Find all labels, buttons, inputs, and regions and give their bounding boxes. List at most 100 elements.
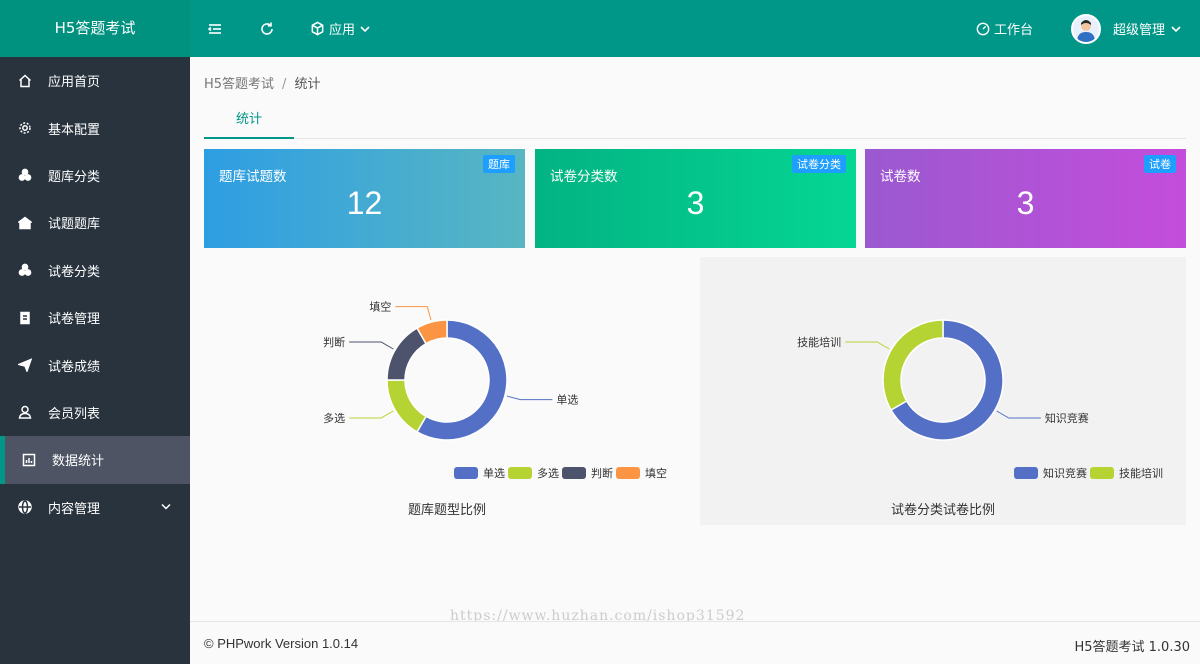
main-content: H5答题考试 / 统计 统计 题库试题数 题库 12 试卷分类数 试卷分类 3 试卷… bbox=[190, 57, 1200, 621]
user-name: 超级管理 bbox=[1113, 23, 1166, 38]
breadcrumb-root[interactable]: H5答题考试 bbox=[204, 77, 274, 92]
collapse-menu-icon[interactable] bbox=[207, 0, 223, 57]
sidebar-item-config[interactable]: 基本配置 bbox=[0, 104, 190, 151]
stat-card-label: 题库试题数 bbox=[219, 169, 287, 185]
sidebar-item-label: 试卷分类 bbox=[48, 264, 101, 280]
stat-card-label: 试卷分类数 bbox=[550, 169, 618, 185]
pie-label: 填空 bbox=[369, 300, 391, 314]
breadcrumb-current: 统计 bbox=[294, 77, 321, 92]
stat-card-badge: 题库 bbox=[483, 155, 515, 173]
cube-icon bbox=[311, 21, 324, 36]
paper-category-chart-panel: 知识竞赛 技能培训 知识竞赛 技能培训 试卷分类试卷比例 bbox=[700, 257, 1186, 525]
sidebar-item-label: 试题题库 bbox=[48, 217, 101, 233]
user-icon bbox=[18, 405, 32, 420]
pie-slice[interactable] bbox=[386, 379, 428, 433]
sidebar-item-content[interactable]: 内容管理 bbox=[0, 484, 190, 531]
app-menu-label: 应用 bbox=[329, 23, 356, 38]
stat-card-value: 3 bbox=[686, 185, 705, 221]
stat-card-papers: 试卷数 试卷 3 bbox=[865, 149, 1186, 248]
sidebar-item-home[interactable]: 应用首页 bbox=[0, 57, 190, 104]
breadcrumb: H5答题考试 / 统计 bbox=[204, 73, 320, 92]
stat-card-badge: 试卷 bbox=[1144, 155, 1176, 173]
sidebar: 应用首页 基本配置 题库分类 试题题库 试卷分类 试卷管理 试卷成绩 会员列表 … bbox=[0, 57, 190, 664]
paper-category-donut-chart: 知识竞赛技能培训知识竞赛 技能培训试卷分类试卷比例 bbox=[797, 319, 1163, 518]
legend-swatch[interactable] bbox=[562, 467, 586, 479]
chevron-down-icon bbox=[360, 25, 370, 32]
legend-label[interactable]: 判断 bbox=[591, 466, 613, 480]
pie-label-line bbox=[506, 395, 553, 401]
user-menu[interactable]: 超级管理 bbox=[1071, 0, 1182, 57]
sidebar-item-paper-score[interactable]: 试卷成绩 bbox=[0, 341, 190, 388]
workbench-link[interactable]: 工作台 bbox=[976, 0, 1033, 57]
pie-label: 多选 bbox=[323, 411, 345, 425]
sidebar-item-question-bank[interactable]: 试题题库 bbox=[0, 199, 190, 246]
top-header: H5答题考试 应用 工作台 超级管理 bbox=[0, 0, 1200, 57]
stat-card-badge: 试卷分类 bbox=[792, 155, 846, 173]
workbench-label: 工作台 bbox=[994, 23, 1034, 38]
dashboard-icon bbox=[976, 22, 990, 35]
globe-icon bbox=[18, 500, 32, 514]
footer-version: © PHPwork Version 1.0.14 bbox=[204, 636, 359, 651]
pie-label: 单选 bbox=[556, 394, 578, 407]
app-menu-dropdown[interactable]: 应用 bbox=[310, 0, 371, 57]
stat-card-value: 3 bbox=[1016, 185, 1035, 221]
sidebar-item-label: 数据统计 bbox=[52, 454, 105, 470]
stat-card-value: 12 bbox=[346, 185, 383, 221]
chart-title: 题库题型比例 bbox=[408, 502, 486, 518]
bank-icon bbox=[18, 216, 32, 230]
chevron-down-icon bbox=[1171, 25, 1181, 32]
gear-icon bbox=[18, 121, 32, 135]
question-type-donut-chart: 单选多选判断填空单选 多选 判断 填空题库题型比例 bbox=[323, 300, 667, 518]
legend-swatch[interactable] bbox=[1014, 467, 1038, 479]
pie-label: 技能培训 bbox=[797, 335, 841, 349]
legend-label[interactable]: 填空 bbox=[645, 466, 667, 480]
send-icon bbox=[18, 358, 32, 373]
footer: © PHPwork Version 1.0.14 H5答题考试 1.0.30 bbox=[190, 621, 1200, 664]
sidebar-item-question-category[interactable]: 题库分类 bbox=[0, 152, 190, 199]
legend-swatch[interactable] bbox=[454, 467, 478, 479]
cubes-icon bbox=[18, 263, 32, 277]
stat-card-paper-categories: 试卷分类数 试卷分类 3 bbox=[535, 149, 856, 248]
legend-swatch[interactable] bbox=[616, 467, 640, 479]
sidebar-item-label: 应用首页 bbox=[48, 75, 101, 91]
chart-title: 试卷分类试卷比例 bbox=[891, 502, 995, 518]
refresh-icon[interactable] bbox=[259, 0, 275, 57]
avatar bbox=[1071, 13, 1101, 44]
footer-app-version: H5答题考试 1.0.30 bbox=[1074, 640, 1190, 655]
sidebar-item-members[interactable]: 会员列表 bbox=[0, 389, 190, 436]
sidebar-item-label: 基本配置 bbox=[48, 122, 101, 138]
pie-label-line bbox=[349, 341, 394, 350]
sidebar-item-label: 题库分类 bbox=[48, 169, 101, 185]
pie-slice[interactable] bbox=[882, 319, 944, 412]
legend-swatch[interactable] bbox=[508, 467, 532, 479]
tab-bar: 统计 bbox=[204, 105, 1186, 139]
sidebar-item-label: 内容管理 bbox=[48, 501, 101, 517]
pie-label-line bbox=[845, 341, 890, 350]
sidebar-item-label: 会员列表 bbox=[48, 406, 101, 422]
tab-statistics[interactable]: 统计 bbox=[204, 105, 294, 139]
cubes-icon bbox=[18, 168, 32, 182]
pie-label: 判断 bbox=[323, 335, 345, 349]
pie-label-line bbox=[996, 410, 1041, 419]
sidebar-item-label: 试卷管理 bbox=[48, 312, 101, 328]
app-logo[interactable]: H5答题考试 bbox=[0, 0, 190, 57]
legend-label[interactable]: 技能培训 bbox=[1119, 466, 1163, 480]
pie-slice[interactable] bbox=[386, 327, 428, 381]
stat-card-questions: 题库试题数 题库 12 bbox=[204, 149, 525, 248]
doc-icon bbox=[18, 311, 32, 325]
legend-label[interactable]: 单选 bbox=[483, 467, 505, 480]
pie-label-line bbox=[395, 306, 432, 321]
legend-swatch[interactable] bbox=[1090, 467, 1114, 479]
chart-icon bbox=[22, 453, 36, 467]
chevron-down-icon bbox=[161, 504, 171, 510]
legend-label[interactable]: 知识竞赛 bbox=[1043, 466, 1087, 480]
sidebar-item-paper-category[interactable]: 试卷分类 bbox=[0, 247, 190, 294]
sidebar-item-statistics[interactable]: 数据统计 bbox=[0, 436, 190, 484]
home-icon bbox=[18, 74, 32, 88]
breadcrumb-separator: / bbox=[282, 77, 287, 92]
legend-label[interactable]: 多选 bbox=[537, 466, 559, 480]
sidebar-item-paper-manage[interactable]: 试卷管理 bbox=[0, 294, 190, 341]
pie-label: 知识竞赛 bbox=[1045, 411, 1089, 425]
sidebar-item-label: 试卷成绩 bbox=[48, 359, 101, 375]
stat-card-label: 试卷数 bbox=[880, 169, 921, 185]
